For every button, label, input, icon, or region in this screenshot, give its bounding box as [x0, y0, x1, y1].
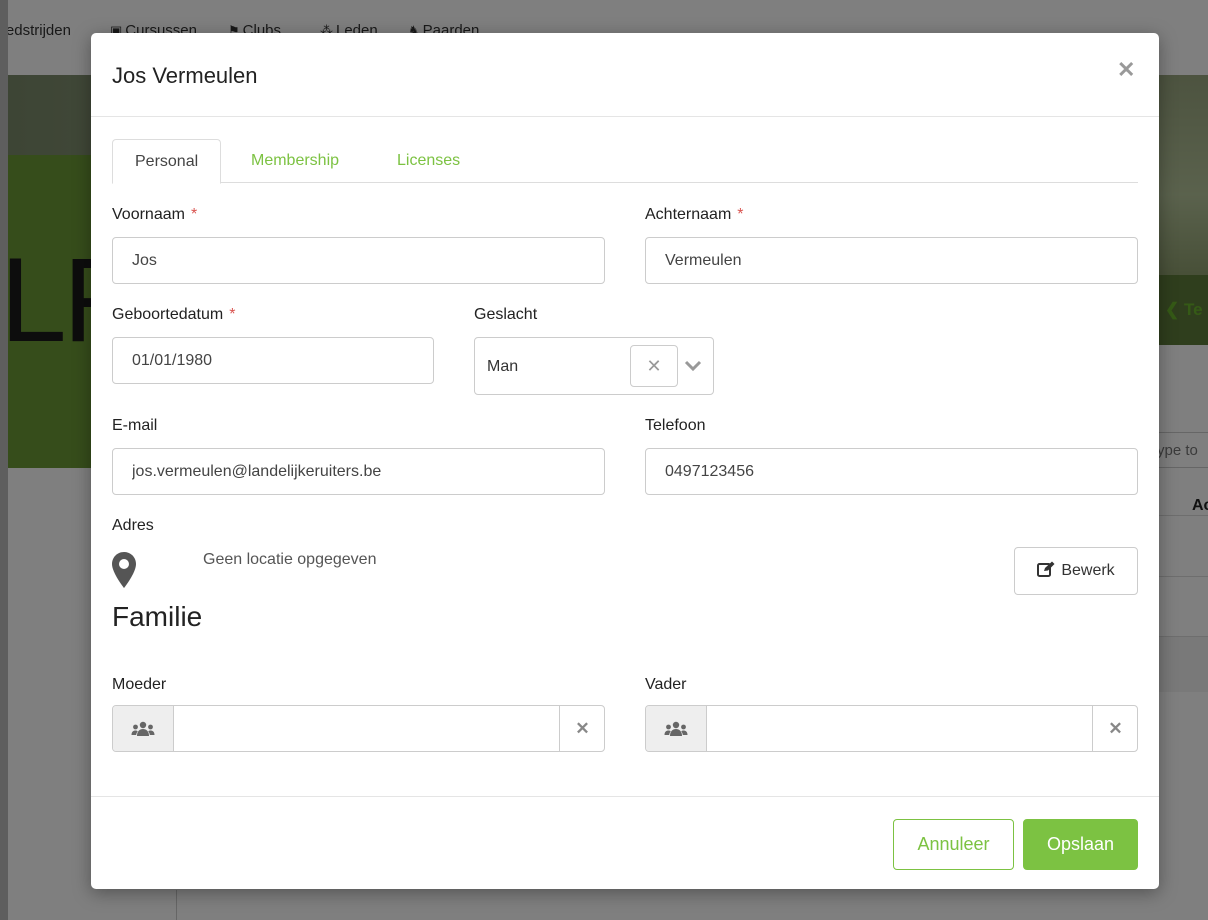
voornaam-field[interactable]	[112, 237, 605, 284]
save-button[interactable]: Opslaan	[1023, 819, 1138, 870]
moeder-field[interactable]	[175, 706, 559, 751]
geslacht-selected-value: Man	[487, 358, 519, 375]
modal-footer: Annuleer Opslaan	[91, 796, 1159, 889]
vader-field[interactable]	[708, 706, 1092, 751]
required-marker: *	[737, 206, 744, 223]
geboortedatum-label: Geboortedatum *	[112, 306, 235, 324]
email-label: E-mail	[112, 417, 158, 434]
geboortedatum-field[interactable]	[112, 337, 434, 384]
achternaam-label: Achternaam *	[645, 206, 744, 224]
modal-header: Jos Vermeulen ✕	[91, 33, 1159, 117]
edit-address-button-label: Bewerk	[1061, 562, 1115, 579]
geslacht-label: Geslacht	[474, 306, 538, 323]
edit-address-button[interactable]: Bewerk	[1014, 547, 1138, 595]
vader-label: Vader	[645, 676, 687, 693]
moeder-label: Moeder	[112, 676, 167, 693]
email-field[interactable]	[112, 448, 605, 495]
voornaam-label: Voornaam *	[112, 206, 197, 224]
map-marker-icon	[111, 551, 137, 589]
close-icon[interactable]: ✕	[1117, 57, 1135, 83]
users-icon	[113, 706, 174, 751]
telefoon-label: Telefoon	[645, 417, 706, 434]
tab-membership[interactable]: Membership	[229, 139, 361, 183]
tab-personal[interactable]: Personal	[112, 139, 222, 184]
cancel-button[interactable]: Annuleer	[893, 819, 1014, 870]
geslacht-select[interactable]: Man ✕	[474, 337, 714, 395]
modal-tabs: Personal Membership Licenses	[112, 139, 1138, 184]
tab-licenses[interactable]: Licenses	[375, 139, 482, 183]
modal-title: Jos Vermeulen	[112, 63, 258, 88]
clear-moeder-icon[interactable]: ✕	[559, 706, 605, 751]
users-icon	[646, 706, 707, 751]
achternaam-label-text: Achternaam	[645, 206, 732, 223]
adres-label: Adres	[112, 517, 154, 534]
adres-value: Geen locatie opgegeven	[203, 551, 377, 568]
chevron-down-icon[interactable]	[682, 351, 704, 381]
achternaam-field[interactable]	[645, 237, 1138, 284]
backdrop-edge	[0, 0, 8, 920]
geboortedatum-label-text: Geboortedatum	[112, 306, 224, 323]
familie-section-title: Familie	[112, 601, 203, 632]
clear-selection-icon[interactable]: ✕	[630, 345, 678, 387]
required-marker: *	[229, 306, 236, 323]
vader-input-group: ✕	[645, 705, 1138, 752]
required-marker: *	[190, 206, 198, 223]
voornaam-label-text: Voornaam	[112, 206, 185, 223]
telefoon-field[interactable]	[645, 448, 1138, 495]
clear-vader-icon[interactable]: ✕	[1092, 706, 1138, 751]
edit-icon	[1037, 561, 1055, 582]
moeder-input-group: ✕	[112, 705, 605, 752]
member-edit-modal: Jos Vermeulen ✕ Personal Membership Lice…	[91, 33, 1159, 889]
